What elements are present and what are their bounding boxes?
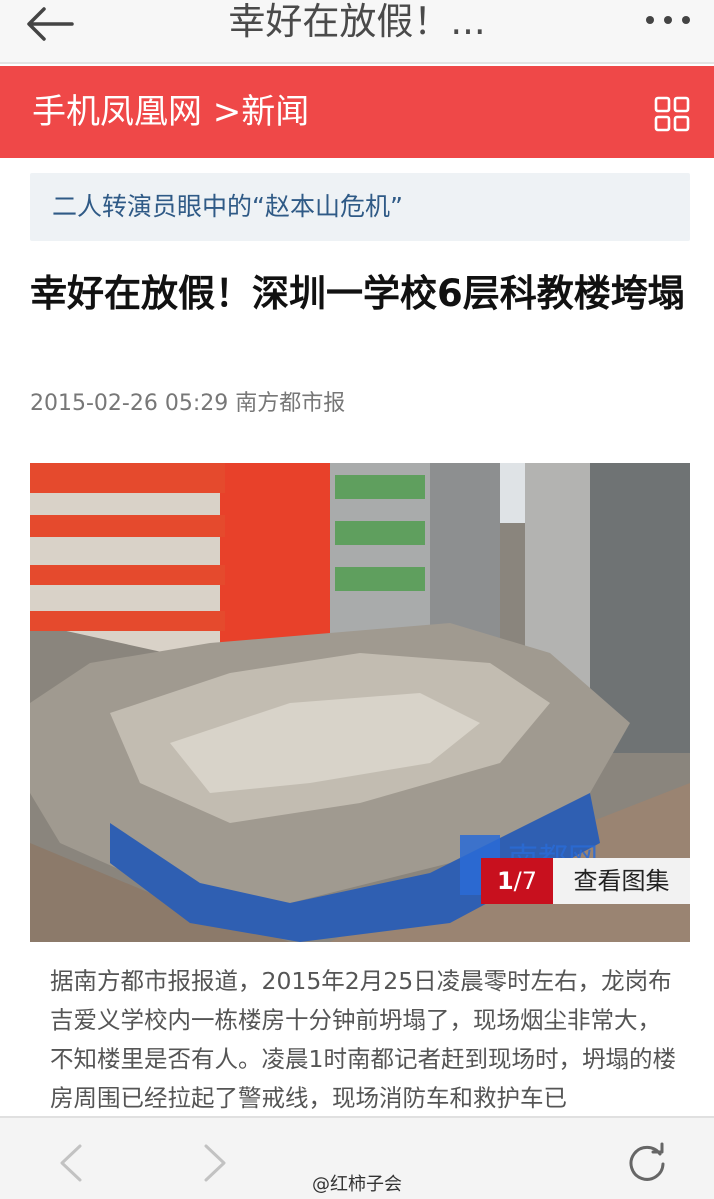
back-arrow-icon[interactable] (22, 4, 78, 44)
site-brand-breadcrumb[interactable]: 手机凤凰网 >新闻 (32, 66, 309, 158)
user-watermark: @红柿子会 (312, 1174, 402, 1195)
recommended-link[interactable]: 二人转演员眼中的“赵本山危机” (30, 173, 690, 241)
page-title: 幸好在放假！... (228, 0, 486, 43)
article-photo[interactable]: 南都网 1/7 查看图集 (30, 463, 690, 942)
site-header: 手机凤凰网 >新闻 (0, 66, 714, 158)
article-body: 据南方都市报报道，2015年2月25日凌晨零时左右，龙岗布吉爱义学校内一栋楼房十… (50, 967, 676, 1112)
photo-counter: 1/7 (481, 858, 553, 904)
article-meta: 2015-02-26 05:29 南方都市报 (30, 391, 346, 416)
chevron-right-icon[interactable] (200, 1142, 230, 1184)
recommended-link-text: 二人转演员眼中的“赵本山危机” (52, 192, 403, 221)
grid-menu-icon[interactable] (654, 96, 690, 132)
refresh-icon[interactable] (626, 1142, 668, 1184)
photo-counter-total: /7 (513, 867, 538, 895)
article-headline: 幸好在放假！深圳一学校6层科教楼垮塌 (30, 272, 685, 315)
browser-toolbar: 幸好在放假！... (0, 0, 714, 64)
chevron-left-icon[interactable] (56, 1142, 86, 1184)
more-dots-icon[interactable] (644, 10, 692, 30)
photo-counter-current: 1 (496, 867, 514, 895)
view-gallery-button[interactable]: 查看图集 (553, 858, 690, 904)
